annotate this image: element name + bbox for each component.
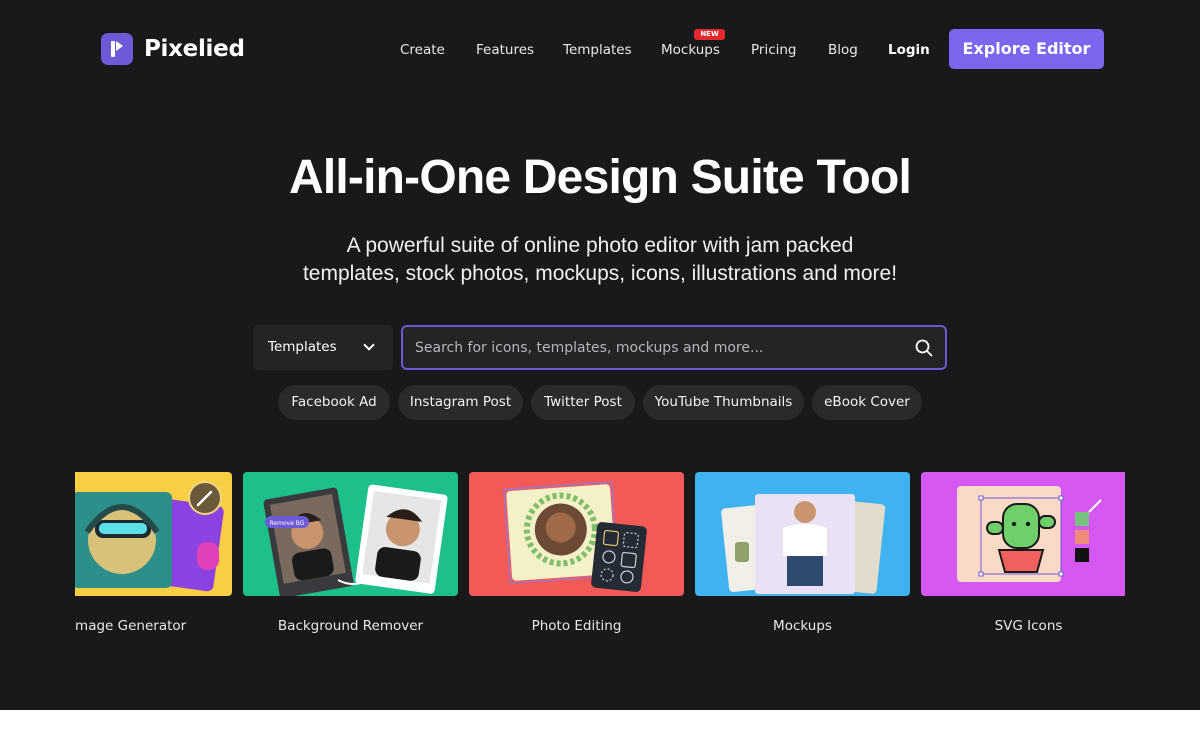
search-icon[interactable] [915,339,933,357]
mockups-illustration [721,494,886,594]
nav-mockups[interactable]: Mockups [661,42,720,58]
nav-pricing[interactable]: Pricing [751,42,797,58]
chip-youtube-thumbnails[interactable]: YouTube Thumbnails [643,385,804,420]
card-label-mockups: Mockups [773,618,832,634]
hero-subtitle-line-1: A powerful suite of online photo editor … [346,234,854,257]
card-mockups[interactable] [695,472,910,596]
ai-portrait-illustration [75,481,224,592]
remove-bg-tag: Remove BG [270,520,305,527]
logo[interactable]: Pixelied [101,33,245,65]
nav-create[interactable]: Create [400,42,445,58]
search-box [401,325,947,370]
card-image-generator[interactable] [75,472,232,596]
photo-editing-illustration [503,481,647,592]
logo-text: Pixelied [144,36,245,62]
chevron-down-icon [363,339,375,351]
card-photo-editing[interactable] [469,472,684,596]
nav-login[interactable]: Login [888,42,930,58]
feature-carousel: Remove BG I Image Generator Background R… [75,472,1125,642]
nav-templates[interactable]: Templates [563,42,632,58]
hero-subtitle-line-2: templates, stock photos, mockups, icons,… [302,262,898,285]
logo-mark-icon [101,33,133,65]
background-remover-illustration: Remove BG [263,484,448,596]
card-background-remover[interactable]: Remove BG [243,472,458,596]
new-badge: NEW [694,29,725,40]
card-label-photo-editing: Photo Editing [531,618,622,634]
card-svg-icons[interactable] [921,472,1125,596]
card-label-image-generator: I Image Generator [75,618,187,634]
category-select[interactable]: Templates [253,325,393,370]
chip-instagram-post[interactable]: Instagram Post [398,385,523,420]
chip-facebook-ad[interactable]: Facebook Ad [278,385,390,420]
chip-ebook-cover[interactable]: eBook Cover [812,385,922,420]
hero-subtitle: A powerful suite of online photo editor … [250,232,950,288]
category-select-value: Templates [268,339,337,355]
search-input[interactable] [415,327,905,368]
chip-twitter-post[interactable]: Twitter Post [531,385,635,420]
card-label-background-remover: Background Remover [277,618,424,634]
hero-title: All-in-One Design Suite Tool [288,151,912,204]
nav-features[interactable]: Features [476,42,534,58]
hero-section: Pixelied Create Features Templates Mocku… [0,0,1200,710]
explore-editor-button[interactable]: Explore Editor [949,29,1104,69]
nav-blog[interactable]: Blog [828,42,858,58]
svg-icons-illustration [957,486,1102,582]
card-label-svg-icons: SVG Icons [994,618,1063,634]
